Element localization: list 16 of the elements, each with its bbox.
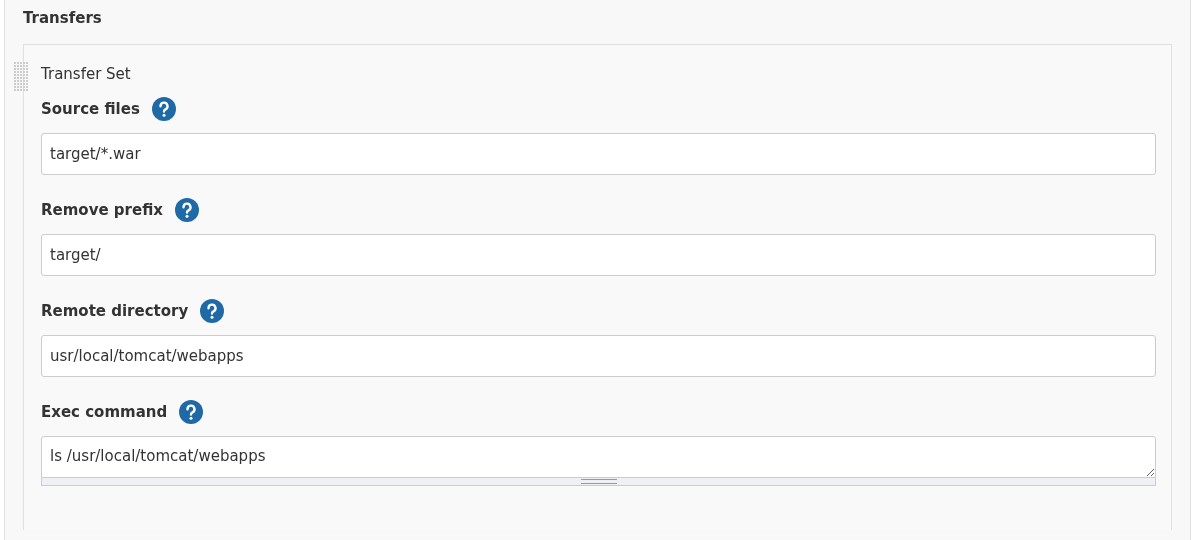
input-field[interactable]: target/*.war	[41, 133, 1156, 175]
field-label: Remote directory	[41, 302, 189, 320]
input-field[interactable]: usr/local/tomcat/webapps	[41, 335, 1156, 377]
field-label: Exec command	[41, 403, 168, 421]
transfer-set-title: Transfer Set	[41, 65, 132, 85]
input-field[interactable]: target/	[41, 234, 1156, 276]
help-icon[interactable]	[174, 198, 199, 222]
resize-handle[interactable]	[41, 478, 1156, 486]
field-label: Source files	[41, 100, 140, 118]
drag-handle-icon[interactable]	[14, 62, 28, 92]
help-icon[interactable]	[179, 400, 204, 424]
field-label: Remove prefix	[41, 201, 163, 219]
help-icon[interactable]	[200, 299, 225, 323]
command-textarea[interactable]: ls /usr/local/tomcat/webapps	[41, 436, 1156, 478]
section-title: Transfers	[23, 9, 103, 29]
help-icon[interactable]	[151, 97, 176, 121]
